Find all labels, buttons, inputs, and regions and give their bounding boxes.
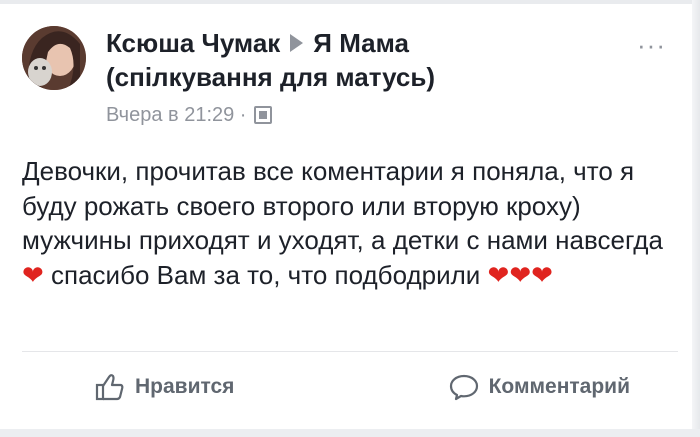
bottom-border — [0, 429, 700, 437]
hearts-emoji: ❤❤❤ — [487, 259, 553, 290]
right-border — [692, 0, 700, 437]
comment-bubble-icon — [449, 374, 478, 401]
more-options-icon[interactable]: ··· — [637, 32, 666, 58]
post-text-continued: спасибо Вам за то, что подбодрили — [43, 259, 488, 290]
post-text-main: Девочки, прочитав все коментарии я понял… — [22, 156, 663, 255]
shared-to-arrow-icon — [290, 34, 304, 53]
action-bar: Нравится Комментарий — [22, 362, 678, 412]
thumbs-up-icon — [95, 374, 124, 401]
privacy-icon — [254, 106, 273, 124]
post-title: Ксюша Чумак Я Мама (спілкування для матус… — [106, 26, 626, 94]
heart-emoji: ❤ — [22, 259, 44, 290]
post-meta: Вчера в 21:29 · — [106, 103, 273, 127]
group-name[interactable]: Я Мама — [313, 28, 409, 58]
group-name-subtitle[interactable]: (спілкування для матусь) — [106, 62, 435, 92]
divider — [22, 351, 678, 352]
like-label: Нравится — [135, 375, 235, 398]
post-text: Девочки, прочитав все коментарии я понял… — [22, 154, 677, 292]
avatar-photo — [22, 26, 86, 90]
comment-label: Комментарий — [488, 375, 630, 398]
like-button[interactable]: Нравится — [22, 373, 363, 401]
avatar[interactable] — [22, 26, 86, 90]
top-border — [0, 0, 700, 4]
author-name[interactable]: Ксюша Чумак — [106, 28, 280, 58]
comment-button[interactable]: Комментарий — [363, 373, 679, 401]
timestamp[interactable]: Вчера в 21:29 · — [106, 103, 246, 127]
post-header: Ксюша Чумак Я Мама (спілкування для матус… — [22, 22, 682, 132]
